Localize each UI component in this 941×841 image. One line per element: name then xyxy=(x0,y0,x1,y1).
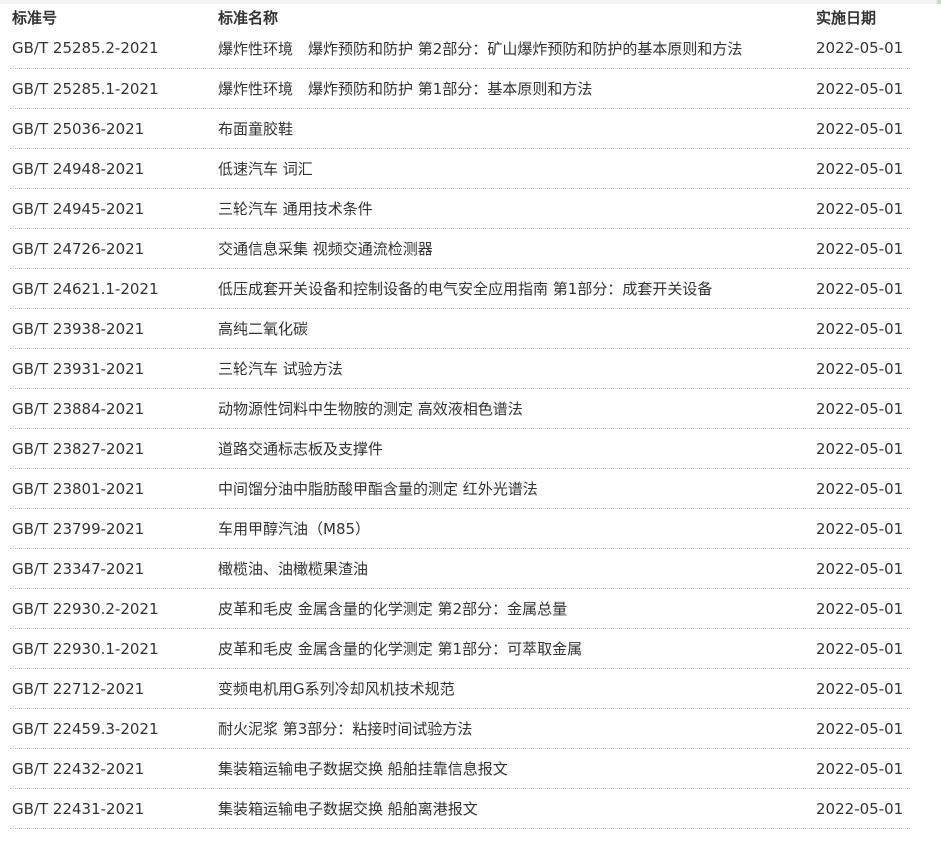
table-row[interactable]: GB/T 22431-2021 集装箱运输电子数据交换 船舶离港报文 2022-05… xyxy=(10,789,910,829)
table-row[interactable]: GB/T 22930.2-2021 皮革和毛皮 金属含量的化学测定 第2部分：金属… xyxy=(10,589,910,629)
standard-code[interactable]: GB/T 23827-2021 xyxy=(10,440,218,458)
implementation-date: 2022-05-01 xyxy=(816,679,904,698)
standard-name[interactable]: 皮革和毛皮 金属含量的化学测定 第2部分：金属总量 xyxy=(218,598,816,619)
standard-code[interactable]: GB/T 22459.3-2021 xyxy=(10,720,218,738)
standard-code[interactable]: GB/T 24621.1-2021 xyxy=(10,280,218,298)
standard-name[interactable]: 布面童胶鞋 xyxy=(218,118,816,139)
standard-name[interactable]: 低压成套开关设备和控制设备的电气安全应用指南 第1部分：成套开关设备 xyxy=(218,278,816,299)
header-date: 实施日期 xyxy=(816,8,877,27)
standard-code[interactable]: GB/T 23884-2021 xyxy=(10,400,218,418)
table-row[interactable]: GB/T 22432-2021 集装箱运输电子数据交换 船舶挂靠信息报文 2022-… xyxy=(10,749,910,789)
standard-name[interactable]: 爆炸性环境 爆炸预防和防护 第2部分：矿山爆炸预防和防护的基本原则和方法 xyxy=(218,38,816,59)
header-code: 标准号 xyxy=(12,8,58,27)
implementation-date: 2022-05-01 xyxy=(816,319,904,338)
standards-table: 标准号 标准名称 实施日期 GB/T 25285.2-2021 爆炸性环境 爆炸预… xyxy=(10,6,910,829)
standard-code[interactable]: GB/T 22930.2-2021 xyxy=(10,600,218,618)
standard-code[interactable]: GB/T 23938-2021 xyxy=(10,320,218,338)
implementation-date: 2022-05-01 xyxy=(816,119,904,138)
top-strip xyxy=(0,0,941,4)
table-row[interactable]: GB/T 24621.1-2021 低压成套开关设备和控制设备的电气安全应用指南 … xyxy=(10,269,910,309)
table-header: 标准号 标准名称 实施日期 xyxy=(10,6,910,28)
implementation-date: 2022-05-01 xyxy=(816,399,904,418)
standard-name[interactable]: 爆炸性环境 爆炸预防和防护 第1部分：基本原则和方法 xyxy=(218,78,816,99)
table-row[interactable]: GB/T 23938-2021 高纯二氧化碳 2022-05-01 xyxy=(10,309,910,349)
implementation-date: 2022-05-01 xyxy=(816,599,904,618)
standard-name[interactable]: 低速汽车 词汇 xyxy=(218,158,816,179)
standard-code[interactable]: GB/T 22712-2021 xyxy=(10,680,218,698)
standard-name[interactable]: 动物源性饲料中生物胺的测定 高效液相色谱法 xyxy=(218,398,816,419)
table-row[interactable]: GB/T 23827-2021 道路交通标志板及支撑件 2022-05-01 xyxy=(10,429,910,469)
table-row[interactable]: GB/T 23799-2021 车用甲醇汽油（M85） 2022-05-01 xyxy=(10,509,910,549)
standard-name[interactable]: 三轮汽车 试验方法 xyxy=(218,358,816,379)
standard-name[interactable]: 集装箱运输电子数据交换 船舶离港报文 xyxy=(218,798,816,819)
standard-name[interactable]: 车用甲醇汽油（M85） xyxy=(218,518,816,539)
standard-name[interactable]: 三轮汽车 通用技术条件 xyxy=(218,198,816,219)
table-body: GB/T 25285.2-2021 爆炸性环境 爆炸预防和防护 第2部分：矿山爆炸… xyxy=(10,28,910,829)
standard-code[interactable]: GB/T 25285.1-2021 xyxy=(10,80,218,98)
table-row[interactable]: GB/T 23931-2021 三轮汽车 试验方法 2022-05-01 xyxy=(10,349,910,389)
table-row[interactable]: GB/T 25036-2021 布面童胶鞋 2022-05-01 xyxy=(10,109,910,149)
implementation-date: 2022-05-01 xyxy=(816,759,904,778)
standard-code[interactable]: GB/T 24726-2021 xyxy=(10,240,218,258)
implementation-date: 2022-05-01 xyxy=(816,39,904,57)
implementation-date: 2022-05-01 xyxy=(816,159,904,178)
standard-code[interactable]: GB/T 22930.1-2021 xyxy=(10,640,218,658)
header-name: 标准名称 xyxy=(218,8,279,27)
table-row[interactable]: GB/T 25285.2-2021 爆炸性环境 爆炸预防和防护 第2部分：矿山爆炸… xyxy=(10,28,910,69)
standard-name[interactable]: 集装箱运输电子数据交换 船舶挂靠信息报文 xyxy=(218,758,816,779)
table-row[interactable]: GB/T 24948-2021 低速汽车 词汇 2022-05-01 xyxy=(10,149,910,189)
implementation-date: 2022-05-01 xyxy=(816,479,904,498)
standard-code[interactable]: GB/T 23347-2021 xyxy=(10,560,218,578)
top-strip-corner xyxy=(937,0,941,4)
table-row[interactable]: GB/T 23801-2021 中间馏分油中脂肪酸甲酯含量的测定 红外光谱法 202… xyxy=(10,469,910,509)
standard-code[interactable]: GB/T 25285.2-2021 xyxy=(10,39,218,57)
implementation-date: 2022-05-01 xyxy=(816,439,904,458)
implementation-date: 2022-05-01 xyxy=(816,719,904,738)
table-row[interactable]: GB/T 24945-2021 三轮汽车 通用技术条件 2022-05-01 xyxy=(10,189,910,229)
standard-name[interactable]: 耐火泥浆 第3部分：粘接时间试验方法 xyxy=(218,718,816,739)
standard-code[interactable]: GB/T 23799-2021 xyxy=(10,520,218,538)
standard-name[interactable]: 皮革和毛皮 金属含量的化学测定 第1部分：可萃取金属 xyxy=(218,638,816,659)
table-row[interactable]: GB/T 24726-2021 交通信息采集 视频交通流检测器 2022-05-01 xyxy=(10,229,910,269)
standard-name[interactable]: 交通信息采集 视频交通流检测器 xyxy=(218,238,816,259)
standard-code[interactable]: GB/T 23931-2021 xyxy=(10,360,218,378)
standard-name[interactable]: 道路交通标志板及支撑件 xyxy=(218,438,816,459)
implementation-date: 2022-05-01 xyxy=(816,199,904,218)
standard-code[interactable]: GB/T 23801-2021 xyxy=(10,480,218,498)
standard-name[interactable]: 橄榄油、油橄榄果渣油 xyxy=(218,558,816,579)
implementation-date: 2022-05-01 xyxy=(816,279,904,298)
standard-name[interactable]: 变频电机用G系列冷却风机技术规范 xyxy=(218,678,816,699)
implementation-date: 2022-05-01 xyxy=(816,79,904,98)
standard-name[interactable]: 高纯二氧化碳 xyxy=(218,318,816,339)
table-row[interactable]: GB/T 22459.3-2021 耐火泥浆 第3部分：粘接时间试验方法 2022-… xyxy=(10,709,910,749)
table-row[interactable]: GB/T 23884-2021 动物源性饲料中生物胺的测定 高效液相色谱法 2022… xyxy=(10,389,910,429)
standard-code[interactable]: GB/T 24948-2021 xyxy=(10,160,218,178)
standard-code[interactable]: GB/T 25036-2021 xyxy=(10,120,218,138)
table-row[interactable]: GB/T 22930.1-2021 皮革和毛皮 金属含量的化学测定 第1部分：可萃… xyxy=(10,629,910,669)
table-row[interactable]: GB/T 23347-2021 橄榄油、油橄榄果渣油 2022-05-01 xyxy=(10,549,910,589)
implementation-date: 2022-05-01 xyxy=(816,239,904,258)
standard-code[interactable]: GB/T 22432-2021 xyxy=(10,760,218,778)
implementation-date: 2022-05-01 xyxy=(816,639,904,658)
implementation-date: 2022-05-01 xyxy=(816,359,904,378)
implementation-date: 2022-05-01 xyxy=(816,799,904,818)
standard-name[interactable]: 中间馏分油中脂肪酸甲酯含量的测定 红外光谱法 xyxy=(218,478,816,499)
table-row[interactable]: GB/T 25285.1-2021 爆炸性环境 爆炸预防和防护 第1部分：基本原则… xyxy=(10,69,910,109)
implementation-date: 2022-05-01 xyxy=(816,559,904,578)
standard-code[interactable]: GB/T 24945-2021 xyxy=(10,200,218,218)
standard-code[interactable]: GB/T 22431-2021 xyxy=(10,800,218,818)
implementation-date: 2022-05-01 xyxy=(816,519,904,538)
table-row[interactable]: GB/T 22712-2021 变频电机用G系列冷却风机技术规范 2022-05-0… xyxy=(10,669,910,709)
